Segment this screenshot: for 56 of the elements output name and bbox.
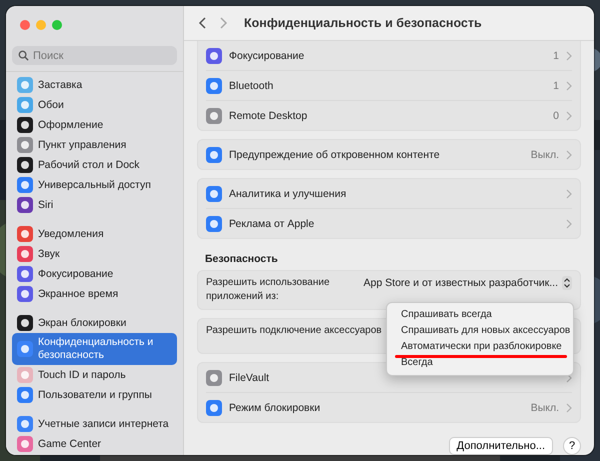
row-value: Выкл. bbox=[530, 148, 559, 160]
forward-button[interactable] bbox=[218, 16, 228, 30]
source-popup[interactable]: App Store и от известных разработчик... bbox=[364, 276, 572, 290]
sidebar-item[interactable]: Оформление bbox=[12, 115, 177, 135]
chevron-icon bbox=[566, 218, 572, 228]
row-label[interactable]: Аналитика и улучшения bbox=[229, 188, 559, 200]
chevron-icon bbox=[566, 188, 572, 198]
sidebar-item[interactable]: Заставка bbox=[12, 75, 177, 95]
menu-item[interactable]: Автоматически при разблокировке bbox=[401, 341, 562, 352]
sidebar-item[interactable]: Звук bbox=[12, 244, 177, 264]
search-icon bbox=[18, 50, 29, 61]
row-label[interactable]: Реклама от Apple bbox=[229, 218, 559, 230]
sidebar-item[interactable]: Учетные записи интернета bbox=[12, 414, 177, 434]
row-label: Разрешить подключение аксессуаров bbox=[206, 324, 382, 338]
sidebar-item[interactable]: Экран блокировки bbox=[12, 313, 177, 333]
menu-item[interactable]: Спрашивать для новых аксессуаров bbox=[401, 325, 570, 336]
zoom-button[interactable] bbox=[52, 20, 62, 30]
row-label: Разрешить использование приложений из: bbox=[206, 276, 331, 304]
row-label[interactable]: Bluetooth bbox=[229, 80, 546, 92]
chevron-icon bbox=[566, 150, 572, 160]
help-button[interactable]: ? bbox=[563, 437, 581, 455]
row-label[interactable]: Предупреждение об откровенном контенте bbox=[229, 148, 524, 160]
updown-icon bbox=[562, 276, 572, 290]
sidebar-item[interactable]: Экранное время bbox=[12, 284, 177, 304]
advanced-button[interactable]: Дополнительно... bbox=[448, 437, 553, 455]
section-heading: Безопасность bbox=[205, 253, 279, 265]
sidebar-item[interactable]: Уведомления bbox=[12, 224, 177, 244]
menu-item[interactable]: Спрашивать всегда bbox=[401, 309, 492, 320]
row-label[interactable]: Фокусирование bbox=[229, 50, 546, 62]
window-title: Конфиденциальность и безопасность bbox=[244, 16, 482, 30]
sidebar-item[interactable]: Универсальный доступ bbox=[12, 175, 177, 195]
sidebar-item[interactable]: Touch ID и пароль bbox=[12, 365, 177, 385]
row-value: Выкл. bbox=[530, 402, 559, 414]
row-label[interactable]: Remote Desktop bbox=[229, 110, 546, 122]
row-label[interactable]: FileVault bbox=[229, 372, 559, 384]
sidebar-item[interactable]: Game Center bbox=[12, 434, 177, 454]
search-field[interactable]: Поиск bbox=[12, 46, 177, 65]
chevron-icon bbox=[566, 110, 572, 120]
row-label[interactable]: Режим блокировки bbox=[229, 402, 524, 414]
sidebar-item[interactable]: Фокусирование bbox=[12, 264, 177, 284]
chevron-icon bbox=[566, 80, 572, 90]
chevron-icon bbox=[566, 50, 572, 60]
menu-item[interactable]: Всегда bbox=[401, 357, 433, 368]
close-button[interactable] bbox=[20, 20, 30, 30]
row-value: 0 bbox=[553, 110, 559, 122]
sidebar-item[interactable]: Пункт управления bbox=[12, 135, 177, 155]
chevron-icon bbox=[566, 402, 572, 412]
sidebar-item[interactable]: Siri bbox=[12, 195, 177, 215]
sidebar-item[interactable]: Пользователи и группы bbox=[12, 385, 177, 405]
back-button[interactable] bbox=[198, 16, 208, 30]
minimize-button[interactable] bbox=[36, 20, 46, 30]
sidebar-item[interactable]: Рабочий стол и Dock bbox=[12, 155, 177, 175]
row-value: 1 bbox=[553, 50, 559, 62]
sidebar-item[interactable]: Обои bbox=[12, 95, 177, 115]
sidebar-item[interactable]: Конфиденциальность и безопасность bbox=[12, 333, 177, 365]
row-value: 1 bbox=[553, 80, 559, 92]
